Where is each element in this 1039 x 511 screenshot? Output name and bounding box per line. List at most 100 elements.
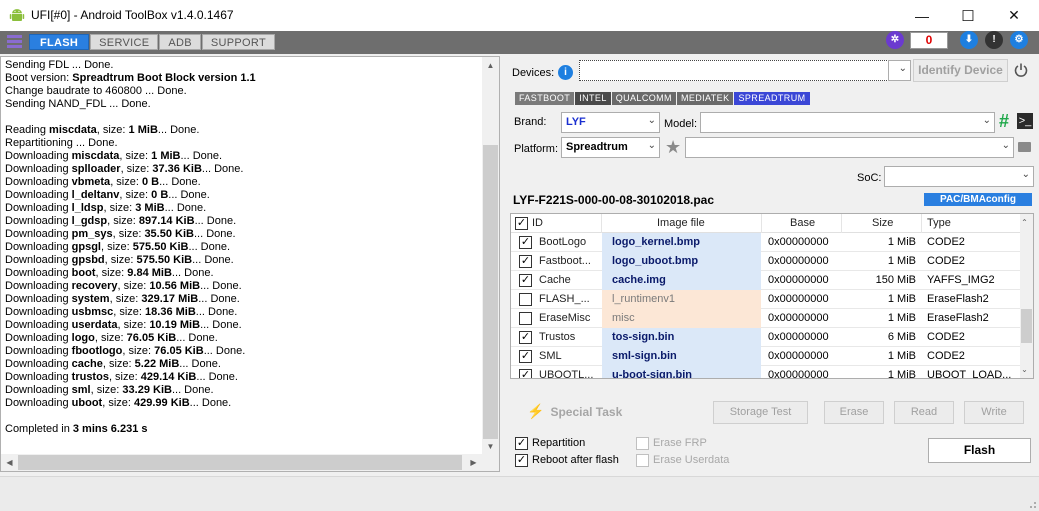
log-panel[interactable]: Sending FDL ... Done. Boot version: Sprea… xyxy=(0,56,500,472)
model-select[interactable]: ⌄ xyxy=(700,112,995,133)
tab-flash[interactable]: FLASH xyxy=(29,34,90,50)
table-row[interactable]: ✓ Cache cache.img 0x00000000 150 MiB YAFFS_IM… xyxy=(511,271,1021,290)
log-line: Downloading logo, size: 76.05 KiB... Don… xyxy=(5,332,483,345)
table-row[interactable]: ✓ SML sml-sign.bin 0x00000000 1 MiB CODE2 xyxy=(511,347,1021,366)
star-icon[interactable]: ★ xyxy=(665,137,681,158)
log-line: Downloading l_gdsp, size: 897.14 KiB... … xyxy=(5,215,483,228)
devices-select[interactable] xyxy=(579,60,911,81)
flash-button[interactable]: Flash xyxy=(928,438,1031,463)
info-icon[interactable]: ! xyxy=(985,31,1003,49)
table-row[interactable]: ✓ Fastboot... logo_uboot.bmp 0x00000000 1 Mi… xyxy=(511,252,1021,271)
chipset-tab-qualcomm[interactable]: QUALCOMM xyxy=(611,92,676,105)
chipset-tab-mediatek[interactable]: MEDIATEK xyxy=(676,92,734,105)
scroll-down-icon[interactable]: ▼ xyxy=(482,438,499,455)
table-row[interactable]: FLASH_... l_runtimenv1 0x00000000 1 MiB Eras… xyxy=(511,290,1021,309)
row-checkbox[interactable]: ✓ xyxy=(519,331,532,344)
chevron-down-icon: ⌄ xyxy=(1001,140,1010,151)
log-segment: Downloading xyxy=(5,358,72,370)
identify-device-button[interactable]: Identify Device xyxy=(913,59,1008,82)
log-segment: Downloading xyxy=(5,150,72,162)
log-segment: 1 MiB xyxy=(151,150,181,162)
maximize-button[interactable]: ☐ xyxy=(945,0,991,31)
log-segment: ... Done. xyxy=(179,358,221,370)
log-segment: 76.05 KiB xyxy=(126,332,177,344)
log-segment: sml xyxy=(71,384,91,396)
hash-icon[interactable]: # xyxy=(999,111,1009,132)
write-button[interactable]: Write xyxy=(964,401,1024,424)
chipset-tab-spreadtrum[interactable]: SPREADTRUM xyxy=(734,92,810,105)
devices-dropdown-button[interactable]: ⌄ xyxy=(888,60,911,81)
tab-adb[interactable]: ADB xyxy=(159,34,201,50)
log-vertical-scrollbar[interactable]: ▲ ▼ xyxy=(482,57,499,455)
log-segment: 3 mins 6.231 s xyxy=(72,423,148,435)
select-all-checkbox[interactable]: ✓ xyxy=(515,217,528,230)
column-image-file[interactable]: Image file xyxy=(657,217,705,229)
devices-info-icon[interactable]: i xyxy=(558,65,573,80)
hamburger-menu-icon[interactable] xyxy=(7,35,22,50)
tab-support[interactable]: SUPPORT xyxy=(201,34,275,50)
power-icon[interactable] xyxy=(1013,62,1029,78)
log-segment: Boot version: xyxy=(5,72,73,84)
scroll-corner xyxy=(482,454,499,471)
cell-file: u-boot-sign.bin xyxy=(602,366,761,378)
table-scroll-thumb[interactable] xyxy=(1021,309,1032,343)
log-segment: 33.29 KiB xyxy=(122,384,172,396)
scroll-thumb[interactable] xyxy=(483,145,498,439)
column-type[interactable]: Type xyxy=(927,217,951,229)
table-row[interactable]: ✓ UBOOTL... u-boot-sign.bin 0x00000000 1 MiB… xyxy=(511,366,1021,378)
log-segment: Downloading xyxy=(5,371,72,383)
settings-gear-icon[interactable]: ⚙ xyxy=(1010,31,1028,49)
platform-extra-select[interactable]: ⌄ xyxy=(685,137,1014,158)
tab-service[interactable]: SERVICE xyxy=(90,34,159,50)
scroll-left-icon[interactable]: ◀ xyxy=(1,454,18,471)
chipset-tab-fastboot[interactable]: FASTBOOT xyxy=(515,92,575,105)
cell-file: logo_kernel.bmp xyxy=(602,233,761,252)
row-checkbox[interactable]: ✓ xyxy=(519,255,532,268)
terminal-icon[interactable]: >_ xyxy=(1017,113,1033,129)
network-icon[interactable]: ✲ xyxy=(886,31,904,49)
erase-button[interactable]: Erase xyxy=(824,401,884,424)
resize-grip-icon[interactable] xyxy=(1027,499,1037,509)
platform-label: Platform: xyxy=(514,143,559,155)
scroll-thumb-horizontal[interactable] xyxy=(18,455,462,470)
cell-id: EraseMisc xyxy=(539,312,591,324)
row-checkbox[interactable] xyxy=(519,312,532,325)
log-segment: 37.36 KiB xyxy=(152,163,202,175)
scroll-up-icon[interactable]: ⌃ xyxy=(1018,214,1031,231)
table-scrollbar[interactable]: ⌃ ⌄ xyxy=(1020,214,1033,378)
table-row[interactable]: ✓ Trustos tos-sign.bin 0x00000000 6 MiB CODE2 xyxy=(511,328,1021,347)
chipset-tab-intel[interactable]: INTEL xyxy=(575,92,611,105)
folder-icon[interactable] xyxy=(1018,142,1031,152)
brand-select[interactable]: LYF ⌄ xyxy=(561,112,660,133)
scroll-down-icon[interactable]: ⌄ xyxy=(1018,361,1031,378)
log-segment: miscdata xyxy=(49,124,97,136)
close-button[interactable]: ✕ xyxy=(991,0,1037,31)
log-line: Downloading pm_sys, size: 35.50 KiB... D… xyxy=(5,228,483,241)
storage-test-button[interactable]: Storage Test xyxy=(713,401,808,424)
row-checkbox[interactable]: ✓ xyxy=(519,274,532,287)
log-line: Sending FDL ... Done. xyxy=(5,59,483,72)
column-base[interactable]: Base xyxy=(790,217,815,229)
row-checkbox[interactable] xyxy=(519,293,532,306)
cell-base: 0x00000000 xyxy=(768,274,829,286)
download-icon[interactable]: ⬇ xyxy=(960,31,978,49)
pac-config-button[interactable]: PAC/BMAconfig xyxy=(924,193,1032,206)
soc-select[interactable]: ⌄ xyxy=(884,166,1034,187)
platform-select[interactable]: Spreadtrum ⌄ xyxy=(561,137,660,158)
log-horizontal-scrollbar[interactable]: ◀ ▶ xyxy=(1,454,482,471)
scroll-up-icon[interactable]: ▲ xyxy=(482,57,499,74)
row-checkbox[interactable]: ✓ xyxy=(519,369,532,378)
column-id[interactable]: ID xyxy=(532,217,543,229)
special-task-button[interactable]: ⚡ Special Task xyxy=(527,403,622,420)
log-line: Repartitioning ... Done. xyxy=(5,137,483,150)
log-line: Downloading fbootlogo, size: 76.05 KiB..… xyxy=(5,345,483,358)
minimize-button[interactable]: — xyxy=(899,0,945,31)
row-checkbox[interactable]: ✓ xyxy=(519,236,532,249)
column-size[interactable]: Size xyxy=(872,217,893,229)
row-checkbox[interactable]: ✓ xyxy=(519,350,532,363)
table-row[interactable]: ✓ BootLogo logo_kernel.bmp 0x00000000 1 MiB C… xyxy=(511,233,1021,252)
chipset-tabs: FASTBOOT INTEL QUALCOMM MEDIATEK SPREADTRUM xyxy=(515,92,811,105)
read-button[interactable]: Read xyxy=(894,401,954,424)
table-row[interactable]: EraseMisc misc 0x00000000 1 MiB EraseFlash2 xyxy=(511,309,1021,328)
scroll-right-icon[interactable]: ▶ xyxy=(465,454,482,471)
